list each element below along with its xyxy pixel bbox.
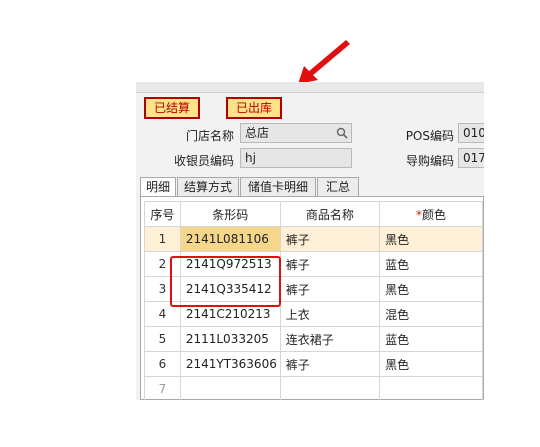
row-seq: 5 [144,326,181,352]
annotation-arrow-icon [298,40,350,84]
row-product-name[interactable]: 裤子 [279,226,381,252]
color-header-label: 颜色 [422,207,447,222]
store-name-field[interactable]: 总店 [240,123,352,143]
row-color[interactable]: 黑色 [379,276,483,302]
row-color[interactable]: 黑色 [379,226,483,252]
row-color[interactable]: 混色 [379,301,483,327]
guide-code-field[interactable]: 017 [458,148,484,168]
row-product-name[interactable] [279,376,381,400]
row-barcode[interactable]: 2141L081106 [179,226,281,252]
row-color[interactable]: 黑色 [379,351,483,377]
pos-code-field[interactable]: 010 [458,123,484,143]
highlight-box [170,256,281,307]
col-header-product-name[interactable]: 商品名称 [279,201,381,227]
tab-summary[interactable]: 汇总 [317,177,359,196]
table-row[interactable]: 7 [144,376,483,400]
table-row[interactable]: 6 2141YT363606 裤子 黑色 [144,351,483,377]
row-seq: 6 [144,351,181,377]
pos-code-value: 010 [463,126,484,140]
table-row[interactable]: 1 2141L081106 裤子 黑色 [144,226,483,252]
store-name-label: 门店名称 [185,129,234,143]
col-header-color[interactable]: *颜色 [379,201,483,227]
row-barcode[interactable]: 2141YT363606 [179,351,281,377]
row-barcode[interactable] [179,376,281,400]
search-icon[interactable] [336,127,348,139]
receipt-window: 已结算 已出库 门店名称 总店 收银员编码 hj POS编码 010 导购编码 … [136,82,484,400]
row-product-name[interactable]: 裤子 [279,276,381,302]
row-product-name[interactable]: 裤子 [279,251,381,277]
row-product-name[interactable]: 连衣裙子 [279,326,381,352]
table-header-row: 序号 条形码 商品名称 *颜色 [144,201,483,227]
tab-stored-value-card-details[interactable]: 储值卡明细 [240,177,316,196]
cashier-code-value: hj [245,151,256,165]
tab-details[interactable]: 明细 [140,177,176,197]
tab-settlement-method[interactable]: 结算方式 [177,177,239,196]
guide-code-label: 导购编码 [405,154,454,168]
guide-code-value: 017 [463,151,484,165]
row-color[interactable]: 蓝色 [379,326,483,352]
row-color[interactable]: 蓝色 [379,251,483,277]
table-row[interactable]: 5 2111L033205 连衣裙子 蓝色 [144,326,483,352]
cashier-code-field[interactable]: hj [240,148,352,168]
settled-badge: 已结算 [144,97,201,119]
store-name-value: 总店 [245,126,270,140]
col-header-seq[interactable]: 序号 [144,201,181,227]
cashier-code-label: 收银员编码 [173,154,234,168]
row-color[interactable] [379,376,483,400]
row-product-name[interactable]: 上衣 [279,301,381,327]
menu-strip [136,82,484,93]
row-seq: 7 [144,376,181,400]
shipped-badge: 已出库 [226,97,283,119]
row-product-name[interactable]: 裤子 [279,351,381,377]
col-header-barcode[interactable]: 条形码 [179,201,281,227]
row-seq: 1 [144,226,181,252]
pos-code-label: POS编码 [405,129,454,143]
row-barcode[interactable]: 2111L033205 [179,326,281,352]
